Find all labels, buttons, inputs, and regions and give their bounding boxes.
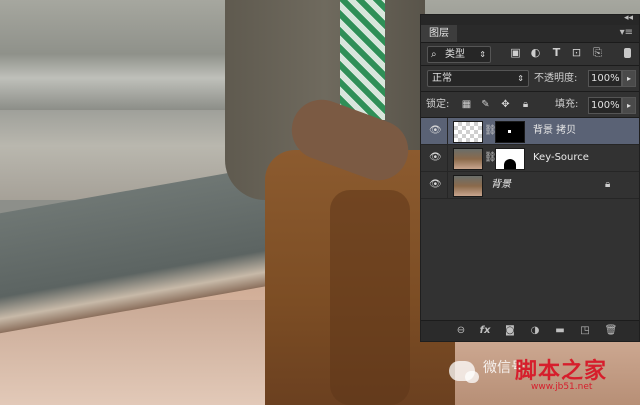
shape-filter-icon[interactable]: ⊡ bbox=[570, 46, 583, 59]
layer-mask-thumbnail[interactable] bbox=[495, 148, 525, 170]
mask-icon[interactable]: ◙ bbox=[503, 324, 517, 338]
layer-name[interactable]: 背景 bbox=[491, 172, 511, 198]
filter-type-label: 类型 bbox=[445, 49, 465, 60]
layer-thumbnail[interactable] bbox=[453, 175, 483, 197]
filter-toggle[interactable] bbox=[624, 48, 631, 58]
lock-row: 锁定: ▦ ✎ ✥ 🔒︎ 填充: 100% ▸ bbox=[421, 92, 639, 116]
layer-name[interactable]: 背景 拷贝 bbox=[533, 118, 576, 144]
link-chain-icon[interactable]: ⛓︎ bbox=[484, 152, 497, 164]
person-pants-shadow bbox=[330, 190, 410, 405]
layer-thumbnail[interactable] bbox=[453, 148, 483, 170]
opacity-input[interactable]: 100% bbox=[588, 70, 622, 87]
person-undershirt bbox=[340, 0, 385, 120]
panel-topbar: ◂◂ bbox=[421, 13, 639, 25]
eye-icon[interactable]: 👁︎ bbox=[429, 180, 442, 190]
lock-icon: 🔒︎ bbox=[605, 179, 611, 190]
eye-icon[interactable]: 👁︎ bbox=[429, 153, 442, 163]
new-layer-icon[interactable]: ◳ bbox=[578, 324, 592, 338]
layer-row-background-copy[interactable]: 👁︎ ⛓︎ 背景 拷贝 bbox=[421, 118, 639, 145]
watermark-url: www.jb51.net bbox=[531, 382, 593, 392]
divider bbox=[447, 118, 448, 144]
blend-mode-select[interactable]: 正常 ⇕ bbox=[427, 70, 529, 87]
fill-label: 填充: bbox=[555, 99, 579, 110]
blend-row: 正常 ⇕ 不透明度: 100% ▸ bbox=[421, 66, 639, 90]
tab-layers[interactable]: 图层 bbox=[421, 25, 457, 42]
eye-icon[interactable]: 👁︎ bbox=[429, 126, 442, 136]
adjustment-icon[interactable]: ◑ bbox=[528, 324, 542, 338]
wechat-icon bbox=[449, 361, 479, 383]
opacity-dropdown-icon[interactable]: ▸ bbox=[622, 70, 636, 87]
lock-brush-icon[interactable]: ✎ bbox=[479, 97, 492, 112]
folder-icon[interactable]: ▬ bbox=[553, 324, 567, 338]
menu-icon[interactable]: ▾≡ bbox=[620, 27, 633, 38]
image-filter-icon[interactable]: ▣ bbox=[509, 46, 522, 59]
panel-footer: ⊖ fx ◙ ◑ ▬ ◳ 🗑︎ bbox=[421, 320, 639, 341]
layer-name[interactable]: Key-Source bbox=[533, 145, 589, 171]
divider bbox=[447, 172, 448, 198]
adjustment-filter-icon[interactable]: ◐ bbox=[529, 46, 542, 59]
search-icon: ⌕ bbox=[431, 49, 437, 60]
layer-mask-thumbnail[interactable] bbox=[495, 121, 525, 143]
chevron-updown-icon: ⇕ bbox=[479, 50, 486, 59]
layer-thumbnail[interactable] bbox=[453, 121, 483, 143]
trash-icon[interactable]: 🗑︎ bbox=[604, 324, 618, 338]
divider bbox=[447, 145, 448, 171]
type-filter-icon[interactable]: T bbox=[550, 46, 563, 59]
filter-row: ⌕ 类型 ⇕ ▣ ◐ T ⊡ ⎘ bbox=[421, 43, 639, 65]
lock-move-icon[interactable]: ✥ bbox=[499, 97, 512, 112]
smart-object-filter-icon[interactable]: ⎘ bbox=[591, 46, 604, 59]
opacity-label: 不透明度: bbox=[534, 73, 578, 84]
chevron-updown-icon: ⇕ bbox=[517, 74, 524, 83]
panel-tabbar: 图层 ▾≡ bbox=[421, 25, 639, 43]
lock-all-icon[interactable]: 🔒︎ bbox=[519, 97, 532, 112]
link-icon[interactable]: ⊖ bbox=[454, 324, 468, 338]
fill-dropdown-icon[interactable]: ▸ bbox=[622, 97, 636, 114]
watermark-brand: 脚本之家 bbox=[515, 358, 608, 384]
blend-mode-value: 正常 bbox=[432, 73, 452, 84]
lock-transparent-icon[interactable]: ▦ bbox=[460, 97, 473, 112]
filter-type-select[interactable]: ⌕ 类型 ⇕ bbox=[427, 46, 491, 63]
fx-icon[interactable]: fx bbox=[478, 324, 492, 338]
lock-label: 锁定: bbox=[426, 99, 450, 110]
collapse-icon[interactable]: ◂◂ bbox=[624, 13, 633, 23]
layer-row-key-source[interactable]: 👁︎ ⛓︎ Key-Source bbox=[421, 145, 639, 172]
watermark: 微信号 脚本之家 www.jb51.net bbox=[445, 353, 635, 393]
fill-input[interactable]: 100% bbox=[588, 97, 622, 114]
layers-panel: ◂◂ 图层 ▾≡ ⌕ 类型 ⇕ ▣ ◐ T ⊡ ⎘ 正常 ⇕ 不透明度: 100… bbox=[420, 13, 640, 342]
layer-row-background[interactable]: 👁︎ 背景 🔒︎ bbox=[421, 172, 639, 199]
link-chain-icon[interactable]: ⛓︎ bbox=[484, 125, 497, 137]
